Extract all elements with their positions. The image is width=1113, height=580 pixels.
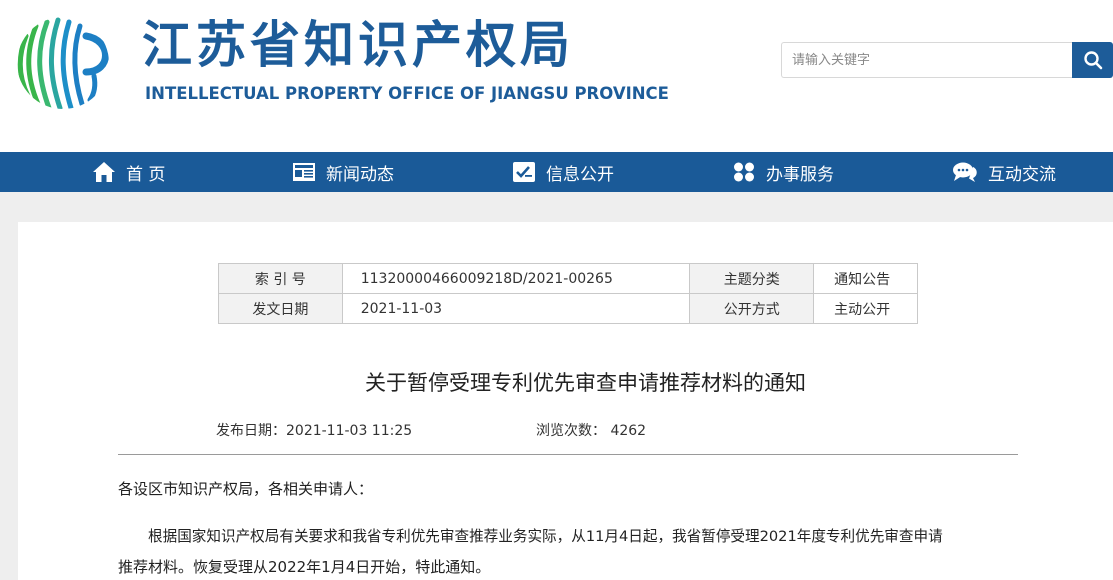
nav-item-service[interactable]: 办事服务 bbox=[732, 152, 834, 192]
site-header: 江苏省知识产权局 INTELLECTUAL PROPERTY OFFICE OF… bbox=[0, 0, 1113, 152]
nav-label-info: 信息公开 bbox=[546, 164, 614, 185]
article-panel: 索 引 号 11320000466009218D/2021-00265 主题分类… bbox=[18, 222, 1113, 580]
view-count-label: 浏览次数： bbox=[536, 423, 606, 439]
category-value: 通知公告 bbox=[813, 263, 918, 294]
search-input[interactable] bbox=[781, 42, 1073, 78]
nav-item-interact[interactable]: 互动交流 bbox=[952, 152, 1056, 192]
date-value: 2021-11-03 bbox=[341, 293, 691, 324]
nav-label-home: 首 页 bbox=[126, 164, 166, 185]
body-line-1: 根据国家知识产权局有关要求和我省专利优先审查推荐业务实际，从11月4日起，我省暂… bbox=[148, 528, 943, 545]
info-icon bbox=[513, 162, 535, 182]
index-label: 索 引 号 bbox=[218, 263, 343, 294]
date-label: 发文日期 bbox=[218, 293, 343, 324]
view-count: 浏览次数： 4262 bbox=[536, 420, 646, 440]
nav-label-service: 办事服务 bbox=[766, 164, 834, 185]
search-icon bbox=[1083, 51, 1102, 70]
index-value: 11320000466009218D/2021-00265 bbox=[341, 263, 691, 294]
publish-date: 发布日期：2021-11-03 11:25 bbox=[216, 420, 412, 440]
nav-label-news: 新闻动态 bbox=[326, 164, 394, 185]
category-label: 主题分类 bbox=[689, 263, 815, 294]
publish-date-value: 2021-11-03 11:25 bbox=[286, 423, 413, 439]
nav-item-info[interactable]: 信息公开 bbox=[512, 152, 614, 192]
home-icon bbox=[93, 162, 115, 182]
news-icon bbox=[293, 163, 315, 181]
article-meta-table: 索 引 号 11320000466009218D/2021-00265 主题分类… bbox=[218, 263, 918, 324]
site-logo-icon[interactable] bbox=[16, 16, 110, 110]
nav-item-news[interactable]: 新闻动态 bbox=[292, 152, 394, 192]
chat-icon bbox=[953, 162, 977, 182]
nav-label-interact: 互动交流 bbox=[988, 164, 1056, 185]
method-value: 主动公开 bbox=[813, 293, 918, 324]
method-label: 公开方式 bbox=[689, 293, 815, 324]
service-icon bbox=[734, 162, 754, 182]
article-title: 关于暂停受理专利优先审查申请推荐材料的通知 bbox=[365, 371, 806, 395]
site-subtitle: INTELLECTUAL PROPERTY OFFICE OF JIANGSU … bbox=[145, 84, 669, 103]
body-line-2: 推荐材料。恢复受理从2022年1月4日开始，特此通知。 bbox=[118, 558, 491, 576]
divider bbox=[118, 454, 1018, 455]
publish-date-label: 发布日期： bbox=[216, 423, 286, 439]
nav-item-home[interactable]: 首 页 bbox=[92, 152, 165, 192]
table-row: 发文日期 2021-11-03 公开方式 主动公开 bbox=[218, 293, 918, 324]
view-count-value: 4262 bbox=[610, 423, 647, 439]
search-button[interactable] bbox=[1072, 42, 1113, 78]
site-title: 江苏省知识产权局 bbox=[142, 16, 574, 74]
table-row: 索 引 号 11320000466009218D/2021-00265 主题分类… bbox=[218, 263, 918, 294]
main-nav: 首 页 新闻动态 信息公开 办事服务 互动交流 bbox=[0, 152, 1113, 192]
salutation: 各设区市知识产权局，各相关申请人： bbox=[118, 480, 374, 498]
